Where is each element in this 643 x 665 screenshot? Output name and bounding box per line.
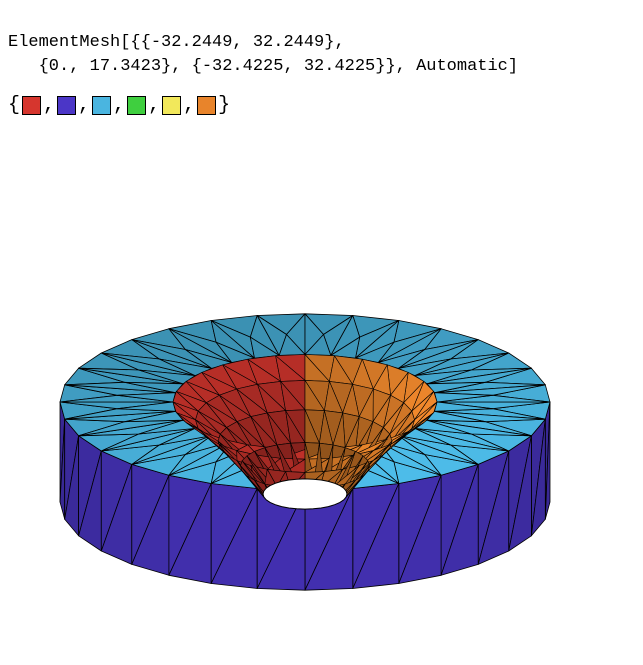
list-sep: , bbox=[78, 94, 90, 117]
output-cell: ElementMesh[{{-32.2449, 32.2449}, {0., 1… bbox=[0, 0, 643, 80]
color-swatch-list: { , , , , , } bbox=[0, 80, 643, 117]
mesh-center-hole bbox=[263, 479, 347, 509]
code-line-1: ElementMesh[{{-32.2449, 32.2449}, bbox=[8, 33, 345, 52]
list-sep: , bbox=[113, 94, 125, 117]
swatch-red bbox=[22, 96, 41, 115]
swatch-purple bbox=[57, 96, 76, 115]
list-sep: , bbox=[43, 94, 55, 117]
swatch-orange bbox=[197, 96, 216, 115]
graphics3d-output[interactable] bbox=[0, 117, 643, 627]
swatch-yellow bbox=[162, 96, 181, 115]
list-sep: , bbox=[183, 94, 195, 117]
swatch-cyan bbox=[92, 96, 111, 115]
list-close-brace: } bbox=[218, 94, 230, 117]
list-open-brace: { bbox=[8, 94, 20, 117]
code-line-2: {0., 17.3423}, {-32.4225, 32.4225}}, Aut… bbox=[8, 57, 518, 76]
element-mesh-graphic[interactable] bbox=[20, 147, 580, 627]
list-sep: , bbox=[148, 94, 160, 117]
swatch-green bbox=[127, 96, 146, 115]
